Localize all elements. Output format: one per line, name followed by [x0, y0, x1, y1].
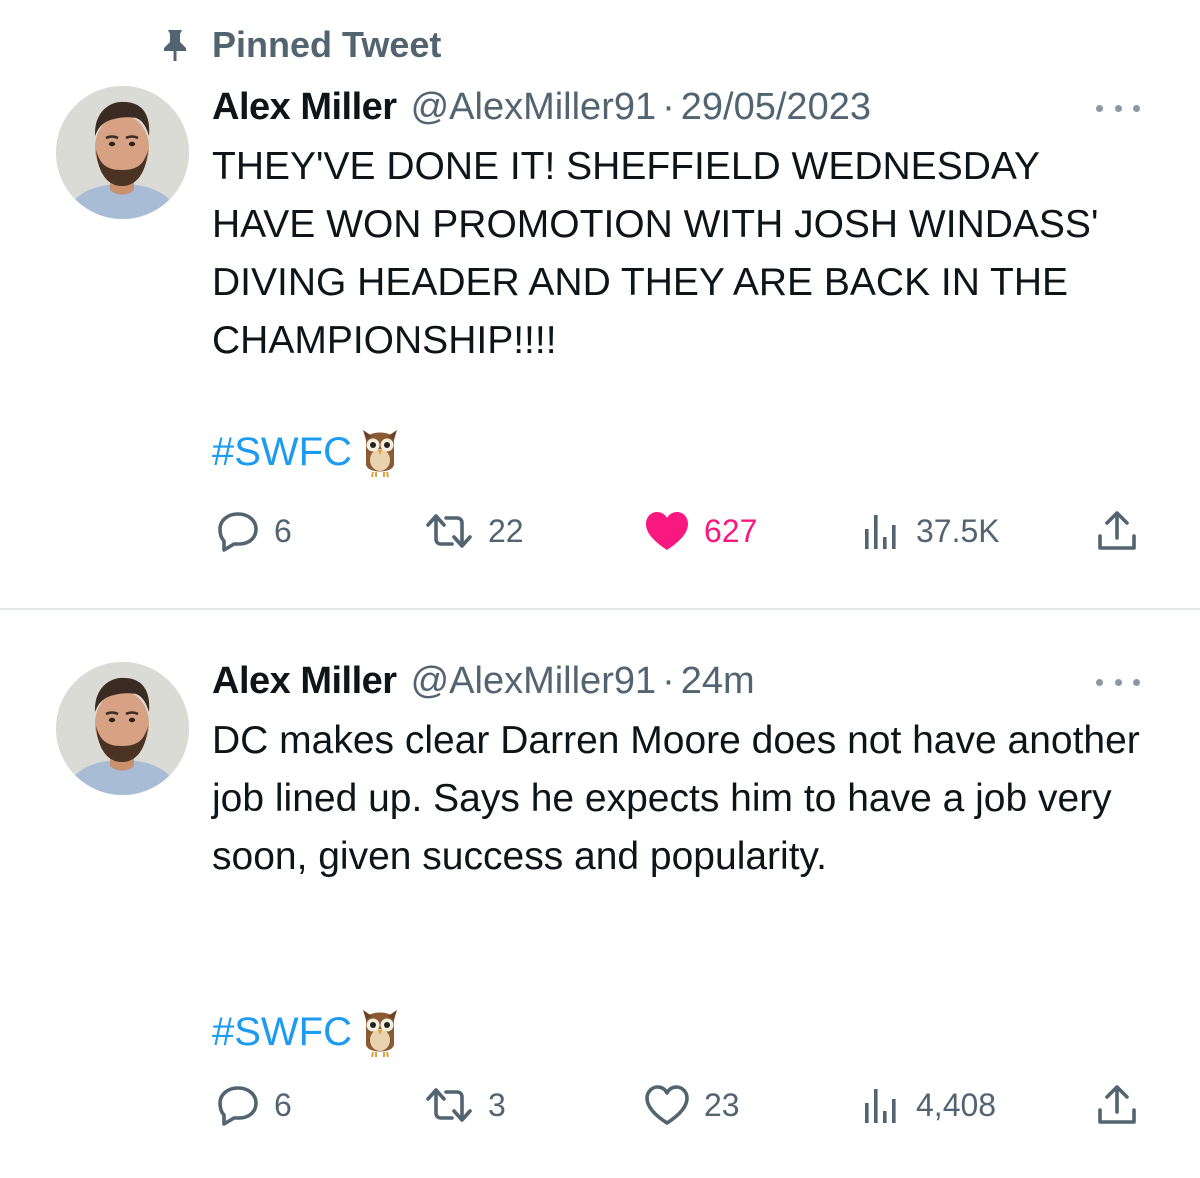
like-button[interactable]: 627 — [644, 506, 757, 556]
heart-outline-icon — [645, 1085, 689, 1125]
owl-emoji-icon — [360, 1006, 400, 1058]
owl-emoji-icon — [360, 426, 400, 478]
hashtag-line: #SWFC — [212, 1006, 400, 1058]
reply-icon — [218, 1086, 258, 1126]
display-name[interactable]: Alex Miller — [212, 86, 397, 129]
user-handle[interactable]: @AlexMiller91 — [411, 660, 657, 703]
hashtag-link[interactable]: #SWFC — [212, 430, 352, 475]
retweet-count: 3 — [488, 1086, 506, 1123]
retweet-button[interactable]: 3 — [424, 1080, 506, 1130]
like-count: 23 — [704, 1086, 740, 1123]
tweet-header: Alex Miller @AlexMiller91 · 24m — [212, 656, 755, 706]
tweet-text: THEY'VE DONE IT! SHEFFIELD WEDNESDAY HAV… — [212, 145, 1099, 362]
hashtag-link[interactable]: #SWFC — [212, 1010, 352, 1055]
share-button[interactable] — [1096, 506, 1138, 556]
pinned-tweet-header: Pinned Tweet — [158, 22, 441, 68]
retweet-icon — [426, 1088, 472, 1122]
retweet-button[interactable]: 22 — [424, 506, 524, 556]
reply-count: 6 — [274, 1086, 292, 1123]
views-count: 4,408 — [916, 1086, 997, 1123]
reply-icon — [218, 512, 258, 552]
retweet-icon — [426, 514, 472, 548]
reply-button[interactable]: 6 — [216, 506, 292, 556]
like-button[interactable]: 23 — [644, 1080, 740, 1130]
heart-filled-icon — [646, 512, 688, 550]
avatar[interactable] — [56, 662, 189, 795]
pin-icon — [158, 28, 192, 62]
tweet-text: DC makes clear Darren Moore does not hav… — [212, 719, 1140, 878]
tweet-actions: 6 22 627 37.5K — [0, 506, 1200, 556]
views-icon — [865, 1089, 896, 1123]
retweet-count: 22 — [488, 512, 524, 549]
separator-dot: · — [662, 659, 675, 702]
like-count: 627 — [704, 512, 758, 549]
more-options-icon[interactable] — [1096, 672, 1140, 692]
views-count: 37.5K — [916, 512, 1000, 549]
separator-dot: · — [662, 85, 675, 128]
views-icon — [865, 515, 896, 549]
tweet[interactable]: Alex Miller @AlexMiller91 · 24m DC makes… — [0, 610, 1200, 1178]
tweet[interactable]: Alex Miller @AlexMiller91 · 29/05/2023 T… — [0, 78, 1200, 608]
tweet-actions: 6 3 23 4,408 — [0, 1080, 1200, 1130]
user-handle[interactable]: @AlexMiller91 — [411, 86, 657, 129]
pinned-tweet-label: Pinned Tweet — [212, 24, 442, 65]
views-button[interactable]: 37.5K — [862, 506, 1000, 556]
avatar[interactable] — [56, 86, 189, 219]
reply-count: 6 — [274, 512, 292, 549]
share-button[interactable] — [1096, 1080, 1138, 1130]
tweet-header: Alex Miller @AlexMiller91 · 29/05/2023 — [212, 82, 871, 132]
tweet-timestamp[interactable]: 24m — [681, 660, 755, 703]
display-name[interactable]: Alex Miller — [212, 660, 397, 703]
reply-button[interactable]: 6 — [216, 1080, 292, 1130]
share-icon — [1098, 511, 1136, 550]
share-icon — [1098, 1085, 1136, 1124]
views-button[interactable]: 4,408 — [862, 1080, 996, 1130]
tweet-timestamp[interactable]: 29/05/2023 — [681, 86, 871, 129]
more-options-icon[interactable] — [1096, 98, 1140, 118]
hashtag-line: #SWFC — [212, 426, 400, 478]
